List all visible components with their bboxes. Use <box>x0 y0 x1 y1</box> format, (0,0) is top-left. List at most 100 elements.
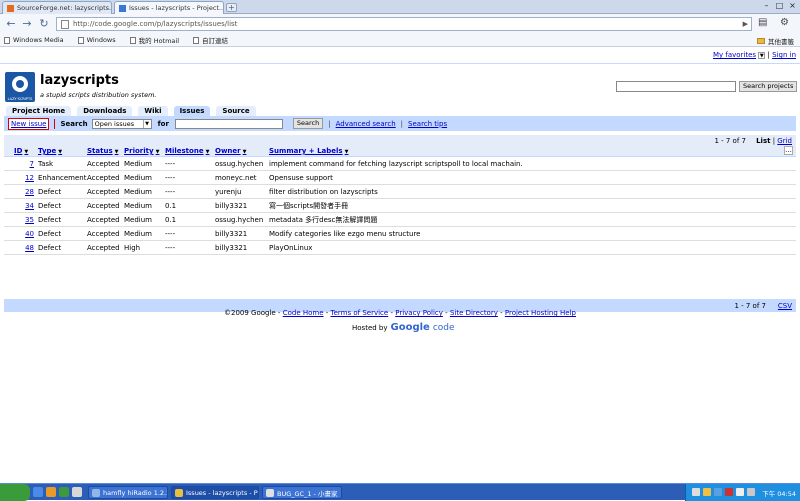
tray-icon[interactable] <box>714 488 722 496</box>
new-tab-button[interactable]: + <box>226 3 237 12</box>
maximize-icon[interactable]: □ <box>773 1 786 11</box>
search-tips-link[interactable]: Search tips <box>408 120 447 128</box>
issue-milestone: 0.1 <box>165 216 177 224</box>
issue-type: Defect <box>38 244 62 252</box>
column-header-type[interactable]: Type ▼ <box>38 146 62 157</box>
table-row[interactable]: 34 Defect Accepted Medium 0.1 billy3321 … <box>4 199 796 213</box>
taskbar-item-hiradio[interactable]: hamfly hiRadio 1.2.3 <box>88 486 168 499</box>
issue-summary[interactable]: Modify categories like ezgo menu structu… <box>269 227 420 241</box>
taskbar-item-chrome[interactable]: Issues - lazyscripts - Proje... <box>171 486 259 499</box>
taskbar-item-paint[interactable]: BUG_GC_1 - 小畫家 <box>262 486 342 499</box>
back-arrow-icon[interactable]: ← <box>4 17 18 31</box>
tray-icon[interactable] <box>725 488 733 496</box>
quick-launch-icon[interactable] <box>59 487 69 497</box>
issue-summary[interactable]: filter distribution on lazyscripts <box>269 185 378 199</box>
column-header-status[interactable]: Status ▼ <box>87 146 118 157</box>
user-bar: My favorites ▼ | Sign in <box>713 51 796 59</box>
footer-link-hosting-help[interactable]: Project Hosting Help <box>505 309 576 317</box>
project-logo[interactable]: LAZY·SCRIPTS <box>5 72 35 102</box>
column-header-owner[interactable]: Owner ▼ <box>215 146 246 157</box>
favorites-dropdown-icon[interactable]: ▼ <box>758 51 766 59</box>
footer-link-code-home[interactable]: Code Home <box>283 309 324 317</box>
start-button[interactable] <box>0 484 30 501</box>
quick-launch-icon[interactable] <box>46 487 56 497</box>
new-issue-link[interactable]: New issue <box>8 117 50 130</box>
column-header-id[interactable]: ID ▼ <box>14 146 28 157</box>
tab-wiki[interactable]: Wiki <box>138 106 168 116</box>
issue-id-link[interactable]: 7 <box>8 157 34 171</box>
grid-view-link[interactable]: Grid <box>777 137 792 145</box>
table-row[interactable]: 35 Defect Accepted Medium 0.1 ossug.hych… <box>4 213 796 227</box>
search-projects-button[interactable]: Search projects <box>739 81 798 92</box>
issues-table: 7 Task Accepted Medium ---- ossug.hychen… <box>4 157 796 255</box>
bookmark-label: 自訂連結 <box>202 37 229 45</box>
tab-source[interactable]: Source <box>216 106 256 116</box>
tab-issues[interactable]: Issues <box>173 106 211 116</box>
bookmark-label: Windows Media <box>13 36 64 44</box>
issue-summary[interactable]: 寫一個scripts開發者手冊 <box>269 199 348 213</box>
bookmark-windows-media[interactable]: Windows Media <box>4 36 64 44</box>
footer-link-site-directory[interactable]: Site Directory <box>450 309 498 317</box>
column-header-milestone[interactable]: Milestone ▼ <box>165 146 209 157</box>
issue-scope-select[interactable]: Open issues ▼ <box>91 118 152 129</box>
bookmark-windows[interactable]: Windows <box>77 36 116 44</box>
bookmark-custom-links[interactable]: 自訂連結 <box>193 35 228 45</box>
other-bookmarks[interactable]: 其他書籤 <box>757 36 794 46</box>
go-arrow-icon[interactable]: ▶ <box>743 20 748 28</box>
tab-downloads[interactable]: Downloads <box>77 106 133 116</box>
bookmark-hotmail[interactable]: 我的 Hotmail <box>129 35 179 45</box>
column-header-priority[interactable]: Priority ▼ <box>124 146 159 157</box>
view-switcher: List | Grid <box>756 137 792 145</box>
my-favorites-link[interactable]: My favorites <box>713 51 756 59</box>
issue-type: Defect <box>38 216 62 224</box>
search-button[interactable]: Search <box>292 118 324 129</box>
footer-link-privacy[interactable]: Privacy Policy <box>395 309 443 317</box>
issue-summary[interactable]: PlayOnLinux <box>269 241 312 255</box>
tray-icon[interactable] <box>692 488 700 496</box>
issue-id-link[interactable]: 28 <box>8 185 34 199</box>
issue-milestone: ---- <box>165 230 176 238</box>
column-header-summary[interactable]: Summary + Labels ▼ <box>269 146 348 157</box>
table-row[interactable]: 7 Task Accepted Medium ---- ossug.hychen… <box>4 157 796 171</box>
footer-link-terms[interactable]: Terms of Service <box>331 309 389 317</box>
tab-project-home[interactable]: Project Home <box>6 106 72 116</box>
issue-id-link[interactable]: 35 <box>8 213 34 227</box>
issue-summary[interactable]: metadata 多行desc無法解譯問題 <box>269 213 377 227</box>
project-search-input[interactable] <box>616 81 736 92</box>
forward-arrow-icon[interactable]: → <box>20 17 34 31</box>
close-window-icon[interactable]: × <box>786 1 799 11</box>
reload-icon[interactable]: ↻ <box>37 17 51 31</box>
page-menu-icon[interactable]: ▤ <box>758 17 767 28</box>
minimize-icon[interactable]: – <box>760 1 773 11</box>
table-header: ID ▼ Type ▼ Status ▼ Priority ▼ Milestone ▼ O… <box>4 146 796 157</box>
issue-id-link[interactable]: 40 <box>8 227 34 241</box>
table-row[interactable]: 12 Enhancement Accepted Medium ---- mone… <box>4 171 796 185</box>
address-bar[interactable]: http://code.google.com/p/lazyscripts/iss… <box>56 17 752 31</box>
issue-id-link[interactable]: 34 <box>8 199 34 213</box>
quick-launch-icon[interactable] <box>33 487 43 497</box>
table-row[interactable]: 28 Defect Accepted Medium ---- yurenju f… <box>4 185 796 199</box>
browser-tab-issues[interactable]: Issues - lazyscripts - Project... × <box>114 1 224 14</box>
browser-tab-sourceforge[interactable]: SourceForge.net: lazyscripts... × <box>2 1 112 14</box>
more-columns-button[interactable]: ... <box>784 146 793 155</box>
issue-summary[interactable]: implement command for fetching lazyscrip… <box>269 157 523 171</box>
sign-in-link[interactable]: Sign in <box>772 51 796 59</box>
column-header-label: ID <box>14 147 23 155</box>
google-code-logo[interactable]: Google code <box>391 322 455 333</box>
column-header-label: Status <box>87 147 113 155</box>
advanced-search-link[interactable]: Advanced search <box>336 120 396 128</box>
list-view-label[interactable]: List <box>756 137 770 145</box>
quick-launch-icon[interactable] <box>72 487 82 497</box>
issue-milestone: 0.1 <box>165 202 177 210</box>
table-row[interactable]: 48 Defect Accepted High ---- billy3321 P… <box>4 241 796 255</box>
issue-summary[interactable]: Opensuse support <box>269 171 333 185</box>
table-row[interactable]: 40 Defect Accepted Medium ---- billy3321… <box>4 227 796 241</box>
tray-icon[interactable] <box>703 488 711 496</box>
tray-icon[interactable] <box>747 488 755 496</box>
wrench-menu-icon[interactable]: ⚙ <box>780 17 789 28</box>
issue-query-input[interactable] <box>174 118 283 129</box>
issue-id-link[interactable]: 12 <box>8 171 34 185</box>
tray-icon[interactable] <box>736 488 744 496</box>
issue-id-link[interactable]: 48 <box>8 241 34 255</box>
sourceforge-favicon-icon <box>7 4 14 12</box>
